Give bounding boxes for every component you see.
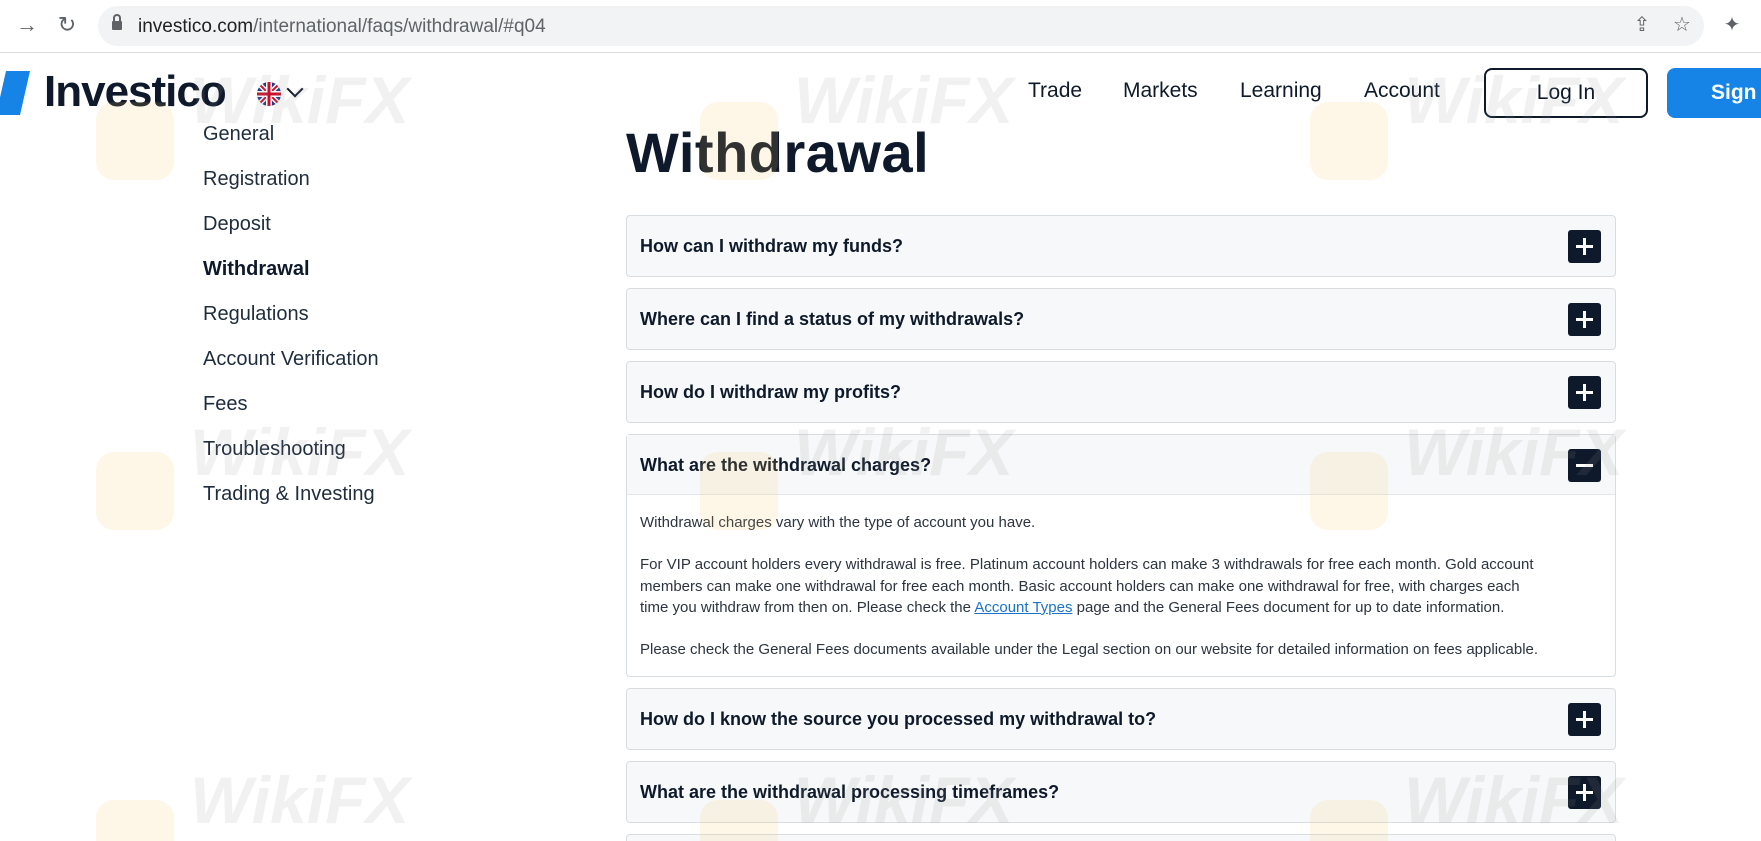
category-withdrawal[interactable]: Withdrawal (203, 258, 310, 281)
faq-item-expanded[interactable]: What are the withdrawal charges? Withdra… (626, 434, 1616, 677)
category-troubleshooting[interactable]: Troubleshooting (203, 438, 346, 461)
login-button[interactable]: Log In (1484, 68, 1648, 118)
faq-item[interactable] (626, 834, 1616, 841)
faq-item[interactable]: How do I withdraw my profits? (626, 361, 1616, 423)
faq-question[interactable]: What are the withdrawal processing timef… (640, 782, 1059, 803)
uk-flag-icon (257, 82, 281, 106)
address-bar[interactable]: investico.com/international/faqs/withdra… (98, 6, 1704, 46)
url-text: investico.com/international/faqs/withdra… (138, 16, 546, 37)
expand-plus-icon[interactable] (1568, 776, 1601, 809)
faq-item[interactable]: Where can I find a status of my withdraw… (626, 288, 1616, 350)
expand-plus-icon[interactable] (1568, 376, 1601, 409)
faq-question[interactable]: What are the withdrawal charges? (640, 455, 931, 476)
category-account-verification[interactable]: Account Verification (203, 348, 379, 371)
faq-answer-paragraph: Withdrawal charges vary with the type of… (640, 514, 1036, 531)
account-types-link[interactable]: Account Types (974, 599, 1072, 616)
faq-item[interactable]: What are the withdrawal processing timef… (626, 761, 1616, 823)
category-deposit[interactable]: Deposit (203, 213, 271, 236)
category-general[interactable]: General (203, 123, 274, 146)
answer-line: members can make one withdrawal for free… (640, 577, 1520, 595)
faq-item[interactable]: How can I withdraw my funds? (626, 215, 1616, 277)
logo-text[interactable]: Investico (44, 67, 227, 117)
faq-item[interactable]: How do I know the source you processed m… (626, 688, 1616, 750)
category-registration[interactable]: Registration (203, 168, 310, 191)
reload-icon[interactable]: ↻ (54, 12, 80, 38)
answer-line: For VIP account holders every withdrawal… (640, 556, 1534, 573)
answer-text: page and the General Fees document for u… (1072, 599, 1505, 616)
faq-answer-paragraph: For VIP account holders every withdrawal… (640, 554, 1600, 619)
faq-question[interactable]: How do I know the source you processed m… (640, 709, 1156, 730)
investico-logo-icon[interactable] (0, 71, 30, 115)
page-title: Withdrawal (626, 121, 930, 184)
language-selector[interactable] (257, 79, 307, 109)
faq-question[interactable]: Where can I find a status of my withdraw… (640, 309, 1024, 330)
faq-question[interactable]: How do I withdraw my profits? (640, 382, 901, 403)
nav-learning[interactable]: Learning (1240, 79, 1322, 103)
forward-icon[interactable]: → (14, 12, 40, 38)
bookmark-star-icon[interactable]: ☆ (1670, 13, 1694, 37)
answer-line: time you withdraw from then on. Please c… (640, 597, 1600, 619)
expand-plus-icon[interactable] (1568, 303, 1601, 336)
collapse-minus-icon[interactable] (1568, 449, 1601, 482)
faq-answer-paragraph: Please check the General Fees documents … (640, 641, 1539, 658)
nav-markets[interactable]: Markets (1123, 79, 1198, 103)
share-icon[interactable]: ⇪ (1630, 13, 1654, 37)
category-regulations[interactable]: Regulations (203, 303, 309, 326)
signup-button[interactable]: Sign U (1667, 68, 1761, 118)
nav-trade[interactable]: Trade (1028, 79, 1082, 103)
lock-icon (112, 14, 122, 31)
category-fees[interactable]: Fees (203, 393, 247, 416)
browser-toolbar: → ↻ investico.com/international/faqs/wit… (0, 0, 1761, 53)
category-trading-investing[interactable]: Trading & Investing (203, 483, 375, 506)
watermark-text: WikiFX (190, 763, 410, 837)
extensions-icon[interactable]: ✦ (1720, 13, 1744, 37)
expand-plus-icon[interactable] (1568, 703, 1601, 736)
faq-question[interactable]: How can I withdraw my funds? (640, 236, 903, 257)
watermark-logo-icon (96, 452, 174, 530)
chevron-down-icon (286, 80, 304, 98)
answer-text: time you withdraw from then on. Please c… (640, 599, 975, 616)
expand-plus-icon[interactable] (1568, 230, 1601, 263)
nav-account[interactable]: Account (1364, 79, 1440, 103)
watermark-logo-icon (96, 800, 174, 841)
